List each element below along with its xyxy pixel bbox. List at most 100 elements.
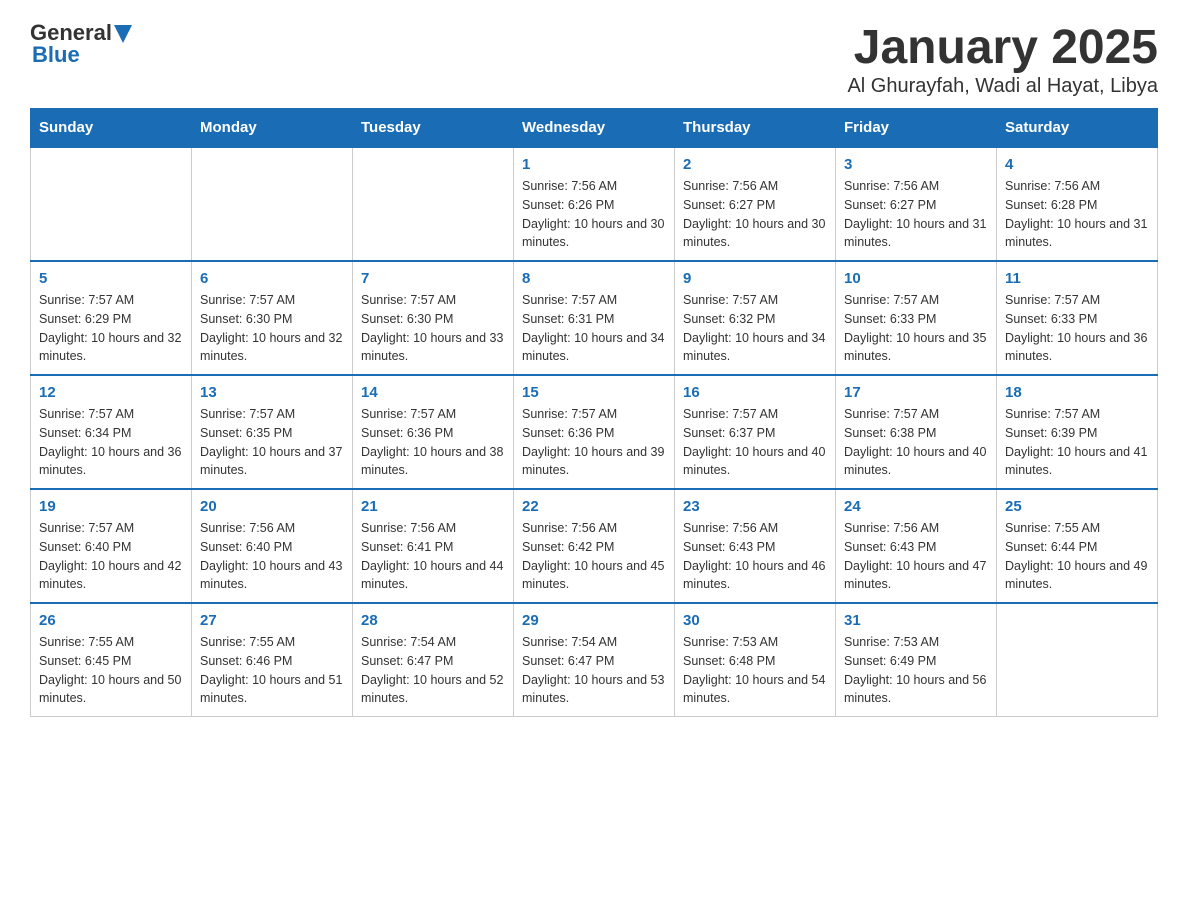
day-number: 27 bbox=[200, 612, 344, 629]
day-number: 2 bbox=[683, 156, 827, 173]
calendar-cell: 21 Sunrise: 7:56 AM Sunset: 6:41 PM Dayli… bbox=[353, 489, 514, 603]
calendar-cell: 28 Sunrise: 7:54 AM Sunset: 6:47 PM Dayli… bbox=[353, 603, 514, 717]
calendar-cell: 22Sunrise: 7:56 AM Sunset: 6:42 PM Dayli… bbox=[514, 489, 675, 603]
day-number: 26 bbox=[39, 612, 183, 629]
calendar-cell: 17 Sunrise: 7:57 AM Sunset: 6:38 PM Dayli… bbox=[836, 375, 997, 489]
calendar-cell: 8Sunrise: 7:57 AM Sunset: 6:31 PM Daylig… bbox=[514, 261, 675, 375]
days-of-week-row: SundayMondayTuesdayWednesdayThursdayFrid… bbox=[31, 109, 1158, 148]
calendar-cell: 13 Sunrise: 7:57 AM Sunset: 6:35 PM Dayli… bbox=[192, 375, 353, 489]
day-number: 29 bbox=[522, 612, 666, 629]
day-number: 22 bbox=[522, 498, 666, 515]
day-info: Sunrise: 7:57 AM Sunset: 6:30 PM Dayligh… bbox=[361, 291, 505, 366]
day-info: Sunrise: 7:55 AM Sunset: 6:46 PM Dayligh… bbox=[200, 633, 344, 708]
day-number: 7 bbox=[361, 270, 505, 287]
calendar-cell: 29 Sunrise: 7:54 AM Sunset: 6:47 PM Dayli… bbox=[514, 603, 675, 717]
calendar-cell: 14 Sunrise: 7:57 AM Sunset: 6:36 PM Dayli… bbox=[353, 375, 514, 489]
day-number: 18 bbox=[1005, 384, 1149, 401]
calendar-cell: 10 Sunrise: 7:57 AM Sunset: 6:33 PM Dayli… bbox=[836, 261, 997, 375]
day-info: Sunrise: 7:57 AM Sunset: 6:40 PM Dayligh… bbox=[39, 519, 183, 594]
calendar-cell bbox=[353, 147, 514, 261]
week-row-3: 12 Sunrise: 7:57 AM Sunset: 6:34 PM Dayli… bbox=[31, 375, 1158, 489]
day-info: Sunrise: 7:54 AM Sunset: 6:47 PM Dayligh… bbox=[522, 633, 666, 708]
page-title: January 2025 bbox=[847, 20, 1158, 75]
day-info: Sunrise: 7:57 AM Sunset: 6:38 PM Dayligh… bbox=[844, 405, 988, 480]
logo: General Blue bbox=[30, 20, 132, 68]
day-info: Sunrise: 7:57 AM Sunset: 6:29 PM Dayligh… bbox=[39, 291, 183, 366]
day-info: Sunrise: 7:57 AM Sunset: 6:30 PM Dayligh… bbox=[200, 291, 344, 366]
calendar-cell: 26 Sunrise: 7:55 AM Sunset: 6:45 PM Dayli… bbox=[31, 603, 192, 717]
calendar-cell: 6 Sunrise: 7:57 AM Sunset: 6:30 PM Daylig… bbox=[192, 261, 353, 375]
day-number: 3 bbox=[844, 156, 988, 173]
logo-blue-text: Blue bbox=[32, 42, 80, 68]
calendar-cell: 12 Sunrise: 7:57 AM Sunset: 6:34 PM Dayli… bbox=[31, 375, 192, 489]
day-of-week-wednesday: Wednesday bbox=[514, 109, 675, 148]
calendar-cell bbox=[192, 147, 353, 261]
day-info: Sunrise: 7:53 AM Sunset: 6:48 PM Dayligh… bbox=[683, 633, 827, 708]
calendar-cell: 24Sunrise: 7:56 AM Sunset: 6:43 PM Dayli… bbox=[836, 489, 997, 603]
page-header: General Blue January 2025 Al Ghurayfah, … bbox=[30, 20, 1158, 98]
day-info: Sunrise: 7:56 AM Sunset: 6:43 PM Dayligh… bbox=[683, 519, 827, 594]
day-info: Sunrise: 7:57 AM Sunset: 6:32 PM Dayligh… bbox=[683, 291, 827, 366]
day-info: Sunrise: 7:56 AM Sunset: 6:43 PM Dayligh… bbox=[844, 519, 988, 594]
day-of-week-friday: Friday bbox=[836, 109, 997, 148]
calendar-cell: 1 Sunrise: 7:56 AM Sunset: 6:26 PM Daylig… bbox=[514, 147, 675, 261]
day-info: Sunrise: 7:57 AM Sunset: 6:33 PM Dayligh… bbox=[1005, 291, 1149, 366]
day-number: 28 bbox=[361, 612, 505, 629]
day-number: 15 bbox=[522, 384, 666, 401]
day-number: 9 bbox=[683, 270, 827, 287]
calendar-cell: 20Sunrise: 7:56 AM Sunset: 6:40 PM Dayli… bbox=[192, 489, 353, 603]
calendar-cell: 31 Sunrise: 7:53 AM Sunset: 6:49 PM Dayli… bbox=[836, 603, 997, 717]
day-info: Sunrise: 7:54 AM Sunset: 6:47 PM Dayligh… bbox=[361, 633, 505, 708]
day-of-week-sunday: Sunday bbox=[31, 109, 192, 148]
day-number: 16 bbox=[683, 384, 827, 401]
calendar-cell: 30 Sunrise: 7:53 AM Sunset: 6:48 PM Dayli… bbox=[675, 603, 836, 717]
day-info: Sunrise: 7:56 AM Sunset: 6:26 PM Dayligh… bbox=[522, 177, 666, 252]
day-info: Sunrise: 7:57 AM Sunset: 6:39 PM Dayligh… bbox=[1005, 405, 1149, 480]
day-info: Sunrise: 7:56 AM Sunset: 6:41 PM Dayligh… bbox=[361, 519, 505, 594]
day-number: 10 bbox=[844, 270, 988, 287]
day-info: Sunrise: 7:57 AM Sunset: 6:35 PM Dayligh… bbox=[200, 405, 344, 480]
day-number: 6 bbox=[200, 270, 344, 287]
day-info: Sunrise: 7:55 AM Sunset: 6:44 PM Dayligh… bbox=[1005, 519, 1149, 594]
day-number: 12 bbox=[39, 384, 183, 401]
day-of-week-tuesday: Tuesday bbox=[353, 109, 514, 148]
day-info: Sunrise: 7:57 AM Sunset: 6:37 PM Dayligh… bbox=[683, 405, 827, 480]
day-number: 23 bbox=[683, 498, 827, 515]
day-number: 17 bbox=[844, 384, 988, 401]
day-info: Sunrise: 7:57 AM Sunset: 6:36 PM Dayligh… bbox=[361, 405, 505, 480]
page-subtitle: Al Ghurayfah, Wadi al Hayat, Libya bbox=[847, 75, 1158, 98]
day-info: Sunrise: 7:56 AM Sunset: 6:28 PM Dayligh… bbox=[1005, 177, 1149, 252]
calendar-cell: 27 Sunrise: 7:55 AM Sunset: 6:46 PM Dayli… bbox=[192, 603, 353, 717]
calendar-cell: 25Sunrise: 7:55 AM Sunset: 6:44 PM Dayli… bbox=[997, 489, 1158, 603]
calendar-cell: 4 Sunrise: 7:56 AM Sunset: 6:28 PM Daylig… bbox=[997, 147, 1158, 261]
calendar-cell: 9 Sunrise: 7:57 AM Sunset: 6:32 PM Daylig… bbox=[675, 261, 836, 375]
day-info: Sunrise: 7:55 AM Sunset: 6:45 PM Dayligh… bbox=[39, 633, 183, 708]
calendar-cell: 16 Sunrise: 7:57 AM Sunset: 6:37 PM Dayli… bbox=[675, 375, 836, 489]
title-section: January 2025 Al Ghurayfah, Wadi al Hayat… bbox=[847, 20, 1158, 98]
calendar-cell: 5Sunrise: 7:57 AM Sunset: 6:29 PM Daylig… bbox=[31, 261, 192, 375]
day-number: 4 bbox=[1005, 156, 1149, 173]
day-number: 1 bbox=[522, 156, 666, 173]
day-number: 31 bbox=[844, 612, 988, 629]
calendar-cell bbox=[997, 603, 1158, 717]
day-number: 14 bbox=[361, 384, 505, 401]
day-number: 30 bbox=[683, 612, 827, 629]
week-row-1: 1 Sunrise: 7:56 AM Sunset: 6:26 PM Daylig… bbox=[31, 147, 1158, 261]
calendar-cell: 23 Sunrise: 7:56 AM Sunset: 6:43 PM Dayli… bbox=[675, 489, 836, 603]
day-number: 13 bbox=[200, 384, 344, 401]
day-number: 21 bbox=[361, 498, 505, 515]
calendar-cell: 15Sunrise: 7:57 AM Sunset: 6:36 PM Dayli… bbox=[514, 375, 675, 489]
week-row-2: 5Sunrise: 7:57 AM Sunset: 6:29 PM Daylig… bbox=[31, 261, 1158, 375]
day-number: 20 bbox=[200, 498, 344, 515]
calendar-header: SundayMondayTuesdayWednesdayThursdayFrid… bbox=[31, 109, 1158, 148]
day-of-week-thursday: Thursday bbox=[675, 109, 836, 148]
day-info: Sunrise: 7:57 AM Sunset: 6:33 PM Dayligh… bbox=[844, 291, 988, 366]
day-of-week-monday: Monday bbox=[192, 109, 353, 148]
day-info: Sunrise: 7:57 AM Sunset: 6:31 PM Dayligh… bbox=[522, 291, 666, 366]
day-number: 11 bbox=[1005, 270, 1149, 287]
calendar-cell: 3Sunrise: 7:56 AM Sunset: 6:27 PM Daylig… bbox=[836, 147, 997, 261]
calendar-cell: 7 Sunrise: 7:57 AM Sunset: 6:30 PM Daylig… bbox=[353, 261, 514, 375]
day-info: Sunrise: 7:53 AM Sunset: 6:49 PM Dayligh… bbox=[844, 633, 988, 708]
logo-triangle-icon bbox=[114, 25, 132, 43]
day-info: Sunrise: 7:57 AM Sunset: 6:34 PM Dayligh… bbox=[39, 405, 183, 480]
